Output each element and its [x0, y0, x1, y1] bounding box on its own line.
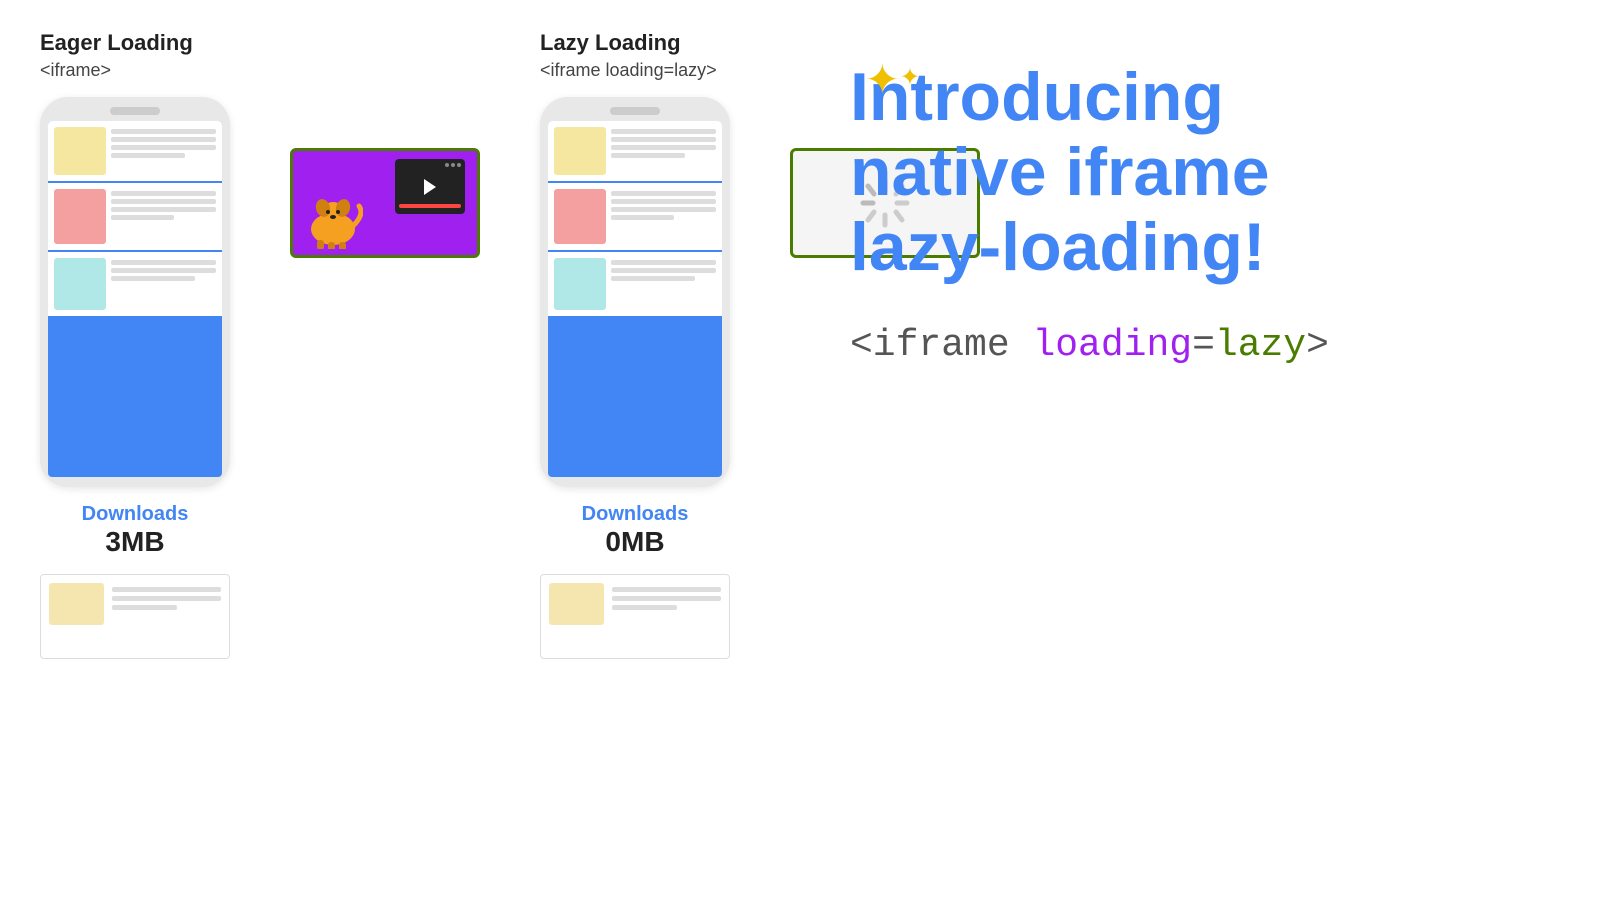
lazy-download-info: Downloads 0MB: [582, 503, 689, 558]
sparkle-small-icon: ✦: [900, 63, 920, 92]
line: [111, 153, 185, 158]
lazy-code: <iframe loading=lazy>: [540, 60, 717, 81]
line: [111, 276, 195, 281]
line: [112, 596, 221, 601]
screen-section-3: [48, 252, 222, 316]
line: [111, 260, 216, 265]
lazy-content-block-yellow: [554, 127, 606, 175]
eager-download-info: Downloads 3MB: [82, 503, 189, 558]
phone-notch-lazy: [610, 107, 660, 115]
line: [611, 268, 716, 273]
content-block-teal: [54, 258, 106, 310]
line: [111, 207, 216, 212]
content-lines-1: [111, 127, 216, 158]
content-block-yellow-1: [54, 127, 106, 175]
code-equals: =: [1192, 324, 1215, 367]
left-section: Eager Loading <iframe>: [40, 30, 790, 659]
eager-iframe-area: [290, 148, 480, 258]
lazy-screen-section-3: [548, 252, 722, 316]
eager-below-card: [40, 574, 230, 659]
dog-svg: [303, 194, 363, 249]
eager-download-size: 3MB: [82, 526, 189, 558]
lazy-title: Lazy Loading: [540, 30, 681, 56]
line: [611, 207, 716, 212]
eager-below-block: [49, 583, 104, 625]
phone-notch: [110, 107, 160, 115]
main-container: ✦✦ Eager Loading <iframe>: [0, 0, 1600, 919]
video-dots: [445, 163, 461, 167]
code-iframe-part: <iframe: [850, 324, 1032, 367]
headline-line3: lazy-loading!: [850, 209, 1266, 285]
line: [112, 587, 221, 592]
lazy-phone-screen: [548, 121, 722, 477]
code-lazy-value: lazy: [1215, 324, 1306, 367]
lazy-below-block: [549, 583, 604, 625]
line: [611, 215, 674, 220]
dot: [451, 163, 455, 167]
code-snippet: <iframe loading=lazy>: [850, 324, 1560, 367]
eager-download-label: Downloads: [82, 503, 189, 526]
line: [112, 605, 177, 610]
lazy-content-lines-2: [611, 189, 716, 220]
line: [111, 191, 216, 196]
line: [111, 268, 216, 273]
video-overlay: [395, 159, 465, 214]
content-lines-2: [111, 189, 216, 220]
lazy-phone-mockup: [540, 97, 730, 487]
line: [111, 145, 216, 150]
lazy-screen-section-2: [548, 183, 722, 252]
line: [612, 596, 721, 601]
line: [611, 145, 716, 150]
screen-section-2: [48, 183, 222, 252]
line: [111, 199, 216, 204]
lazy-below-lines: [612, 583, 721, 610]
lazy-content-block-red: [554, 189, 606, 244]
play-button-icon: [424, 179, 436, 195]
content-lines-3: [111, 258, 216, 281]
headline: Introducing native iframe lazy-loading!: [850, 60, 1560, 284]
lazy-content-lines-3: [611, 258, 716, 281]
eager-loading-column: Eager Loading <iframe>: [40, 30, 230, 558]
headline-line2: native iframe: [850, 134, 1270, 210]
line: [611, 276, 695, 281]
eager-phone-screen: [48, 121, 222, 477]
lazy-loading-column: Lazy Loading <iframe loading=lazy>: [540, 30, 730, 558]
spacer: [290, 574, 480, 659]
line: [612, 605, 677, 610]
lazy-download-label: Downloads: [582, 503, 689, 526]
lazy-screen-section-1: [548, 121, 722, 183]
eager-phone-mockup: [40, 97, 230, 487]
below-phone-row: [40, 574, 730, 659]
lazy-below-card: [540, 574, 730, 659]
eager-below-lines: [112, 583, 221, 610]
sparkle-decoration: ✦✦: [865, 55, 920, 104]
line: [612, 587, 721, 592]
line: [111, 129, 216, 134]
video-progress-bar: [399, 204, 461, 208]
line: [611, 191, 716, 196]
dot: [457, 163, 461, 167]
code-close: >: [1306, 324, 1329, 367]
lazy-content-lines-1: [611, 127, 716, 158]
line: [611, 137, 716, 142]
content-block-red: [54, 189, 106, 244]
line: [611, 153, 685, 158]
eager-title: Eager Loading: [40, 30, 193, 56]
line: [611, 129, 716, 134]
code-loading-attr: loading: [1032, 324, 1192, 367]
line: [111, 215, 174, 220]
line: [111, 137, 216, 142]
line: [611, 199, 716, 204]
line: [611, 260, 716, 265]
dot: [445, 163, 449, 167]
eager-code: <iframe>: [40, 60, 111, 81]
lazy-content-block-teal: [554, 258, 606, 310]
eager-iframe-box: [290, 148, 480, 258]
lazy-download-size: 0MB: [582, 526, 689, 558]
sparkle-large-icon: ✦: [865, 55, 900, 104]
screen-section-1: [48, 121, 222, 183]
